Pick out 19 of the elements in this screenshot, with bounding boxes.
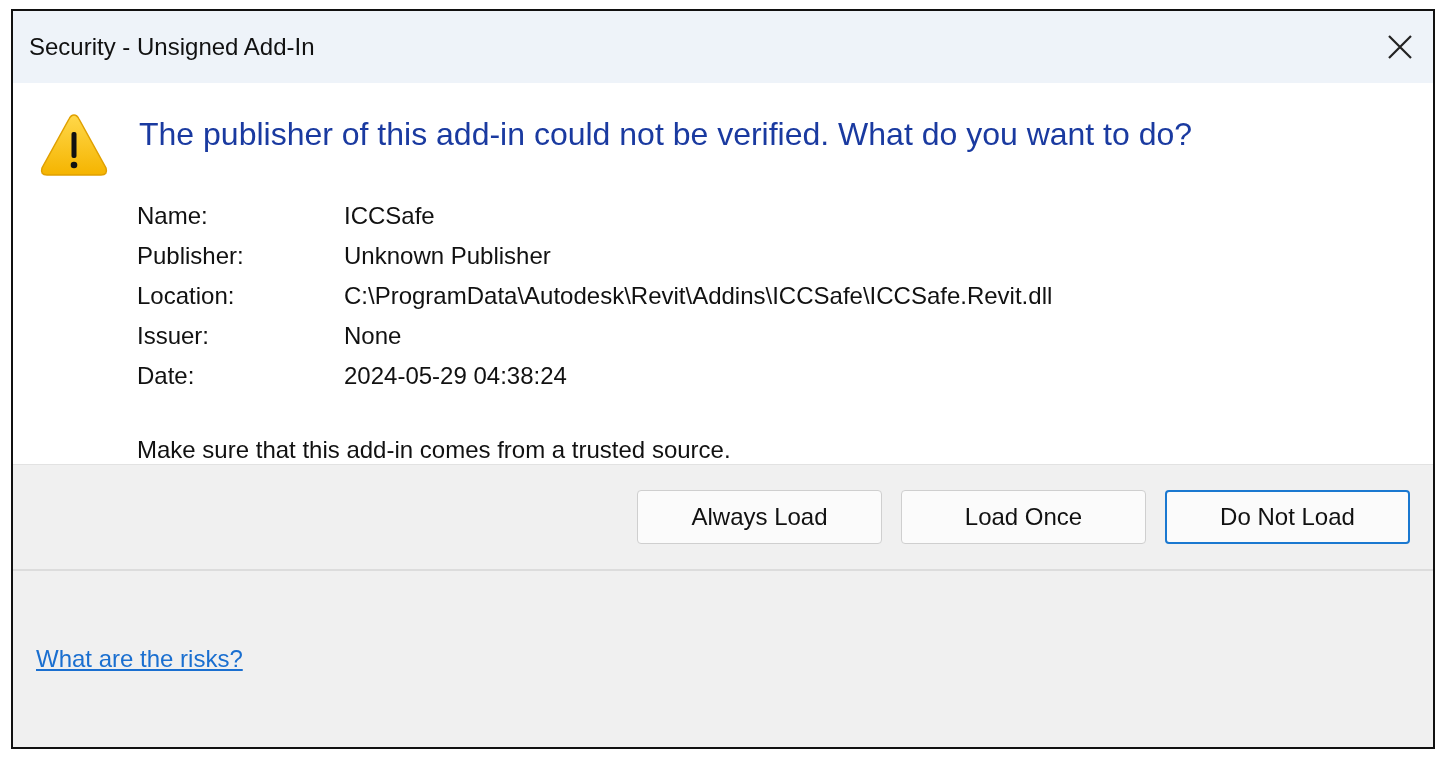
detail-label: Name: xyxy=(137,201,209,231)
detail-value: ICCSafe xyxy=(344,201,436,231)
dialog-button[interactable]: Load Once xyxy=(901,490,1146,544)
close-icon xyxy=(1387,34,1413,60)
warning-icon xyxy=(39,112,109,178)
dialog-button[interactable]: Always Load xyxy=(637,490,882,544)
detail-value: Unknown Publisher xyxy=(344,241,552,271)
detail-label: Publisher: xyxy=(137,241,245,271)
dialog-heading: The publisher of this add-in could not be verified. What do you want to do? xyxy=(139,115,1194,154)
detail-label: Issuer: xyxy=(137,321,211,351)
detail-value: None xyxy=(344,321,403,351)
window-title: Security - Unsigned Add-In xyxy=(29,33,315,61)
detail-label: Date: xyxy=(137,361,196,391)
detail-value: 2024-05-29 04:38:24 xyxy=(344,361,568,391)
risks-link[interactable]: What are the risks? xyxy=(36,645,243,673)
advice-text: Make sure that this add-in comes from a trusted source. xyxy=(137,436,732,464)
detail-label: Location: xyxy=(137,281,236,311)
dialog-button[interactable]: Do Not Load xyxy=(1165,490,1410,544)
detail-value: C:\ProgramData\Autodesk\Revit\Addins\ICCSafe\ICCSafe.Revit.dll xyxy=(344,281,1054,311)
